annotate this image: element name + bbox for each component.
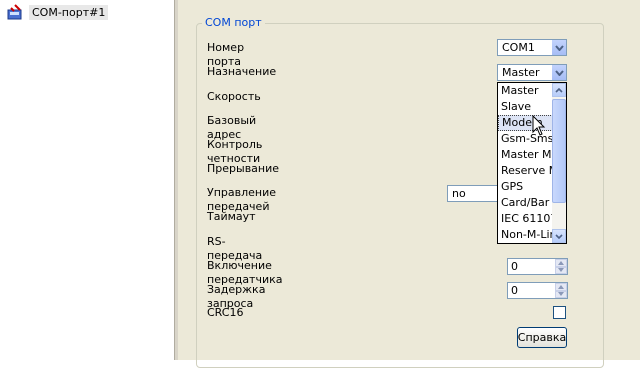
- purpose-dropdown-list[interactable]: Master Slave Modem Gsm-Sms Master M- Res…: [497, 82, 567, 244]
- dropdown-option[interactable]: Master M-: [498, 147, 553, 163]
- device-icon: [7, 4, 22, 20]
- dropdown-option[interactable]: GPS: [498, 179, 553, 195]
- transmitter-enable-value: 0: [511, 260, 518, 273]
- dropdown-option[interactable]: Slave: [498, 99, 553, 115]
- request-delay-spinner[interactable]: 0: [507, 282, 568, 299]
- tree-item-label: COM-порт#1: [29, 4, 109, 20]
- port-number-value: COM1: [502, 41, 535, 54]
- crc16-checkbox[interactable]: [553, 306, 566, 319]
- arrow-up-icon[interactable]: [555, 259, 567, 267]
- port-number-select[interactable]: COM1: [497, 39, 567, 56]
- purpose-value: Master: [502, 66, 540, 79]
- dropdown-option[interactable]: IEC 61107: [498, 211, 553, 227]
- arrow-down-icon[interactable]: [555, 266, 567, 274]
- help-button[interactable]: Справка: [517, 327, 567, 348]
- label-timeout: Таймаут: [207, 210, 256, 223]
- dropdown-option[interactable]: Reserve M: [498, 163, 553, 179]
- dropdown-option[interactable]: Card/Bar I: [498, 195, 553, 211]
- tree-item-com-port-1[interactable]: COM-порт#1: [6, 3, 109, 21]
- group-title: COM порт: [202, 16, 265, 30]
- dropdown-option[interactable]: Non-M-Lin: [498, 227, 553, 243]
- label-speed: Скорость: [207, 90, 261, 103]
- dropdown-options: Master Slave Modem Gsm-Sms Master M- Res…: [498, 83, 553, 243]
- label-purpose: Назначение: [207, 65, 277, 78]
- chevron-down-icon[interactable]: [551, 40, 566, 55]
- label-crc16: CRC16: [207, 306, 244, 319]
- purpose-select[interactable]: Master: [497, 64, 567, 81]
- arrow-up-icon[interactable]: [555, 283, 567, 291]
- scrollbar-thumb[interactable]: [552, 99, 566, 203]
- transmitter-enable-spinner[interactable]: 0: [507, 258, 568, 275]
- chevron-down-icon[interactable]: [551, 65, 566, 80]
- scroll-down-icon[interactable]: [552, 229, 566, 243]
- label-interrupt: Прерывание: [207, 162, 280, 175]
- mouse-pointer-icon: [532, 115, 546, 136]
- dropdown-scrollbar[interactable]: [552, 83, 566, 243]
- scroll-up-icon[interactable]: [552, 83, 566, 97]
- flow-control-value: no: [452, 187, 466, 200]
- request-delay-value: 0: [511, 284, 518, 297]
- arrow-down-icon[interactable]: [555, 290, 567, 298]
- dropdown-option[interactable]: Master: [498, 83, 553, 99]
